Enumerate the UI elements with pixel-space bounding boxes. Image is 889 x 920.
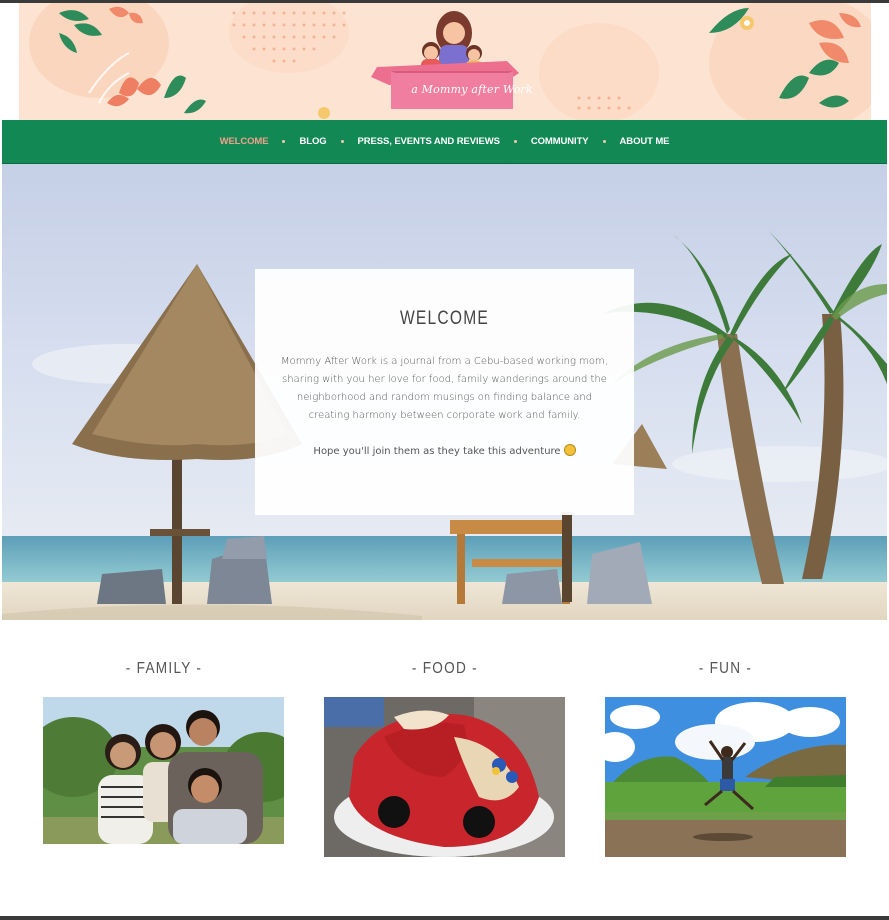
family-photo-image: [43, 697, 284, 844]
category-title-fun[interactable]: - FUN -: [699, 660, 752, 678]
nav-item-blog[interactable]: BLOG: [299, 136, 326, 147]
nav-separator-dot: [282, 140, 286, 143]
category-family[interactable]: - FAMILY -: [43, 660, 284, 844]
category-title-food[interactable]: - FOOD -: [411, 660, 477, 678]
nav-separator-dot: [513, 140, 517, 143]
header-banner[interactable]: a Mommy after Work: [19, 3, 871, 120]
site-logo-text[interactable]: a Mommy after Work: [407, 83, 537, 96]
category-fun[interactable]: - FUN -: [605, 660, 846, 857]
family-photo[interactable]: [43, 697, 284, 844]
welcome-card: WELCOME Mommy After Work is a journal fr…: [255, 269, 634, 515]
nav-item-community[interactable]: COMMUNITY: [531, 136, 589, 147]
welcome-body-text: Mommy After Work is a journal from a Ceb…: [281, 356, 608, 421]
grinning-face-emoji-icon: [563, 444, 576, 456]
nav-item-welcome[interactable]: WELCOME: [220, 136, 269, 147]
food-photo-image: [324, 697, 565, 857]
fun-photo-image: [605, 697, 846, 857]
welcome-footer-line: Hope you'll join them as they take this …: [255, 444, 634, 457]
main-nav: WELCOME BLOG PRESS, EVENTS AND REVIEWS C…: [2, 120, 887, 164]
nav-separator-dot: [602, 140, 606, 143]
nav-separator-dot: [340, 140, 344, 143]
window-bottom-border: [0, 916, 889, 920]
food-photo[interactable]: [324, 697, 565, 857]
category-title-family[interactable]: - FAMILY -: [125, 660, 201, 678]
category-food[interactable]: - FOOD -: [324, 660, 565, 857]
banner-illustration: [29, 3, 871, 120]
nav-item-about-me[interactable]: ABOUT ME: [620, 136, 670, 147]
welcome-footer-text: Hope you'll join them as they take this …: [313, 446, 561, 457]
page: a Mommy after Work WELCOME BLOG PRESS, E…: [0, 0, 889, 920]
fun-photo[interactable]: [605, 697, 846, 857]
welcome-title: WELCOME: [399, 308, 490, 329]
nav-item-press-events-reviews[interactable]: PRESS, EVENTS AND REVIEWS: [358, 136, 500, 147]
